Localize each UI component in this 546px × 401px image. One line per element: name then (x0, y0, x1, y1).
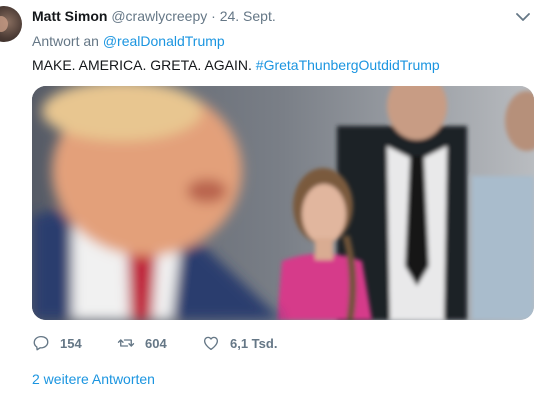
author-handle[interactable]: @crawlycreepy (111, 8, 207, 24)
tweet-text: MAKE. AMERICA. GRETA. AGAIN. #GretaThunb… (32, 57, 440, 73)
tweet-header: Matt Simon @crawlycreepy · 24. Sept. (32, 8, 276, 24)
retweet-icon (117, 339, 135, 347)
tweet-actions: 154 604 6,1 Tsd. (32, 334, 277, 352)
author-name[interactable]: Matt Simon (32, 8, 107, 24)
separator: · (211, 8, 216, 24)
reply-to-link[interactable]: @realDonaldTrump (103, 33, 225, 49)
tweet-body: MAKE. AMERICA. GRETA. AGAIN. (32, 57, 252, 73)
reply-context: Antwort an @realDonaldTrump (32, 33, 225, 49)
avatar[interactable] (0, 6, 22, 42)
like-button[interactable]: 6,1 Tsd. (202, 334, 277, 352)
tweet-date[interactable]: 24. Sept. (220, 8, 276, 24)
tweet-photo[interactable] (32, 86, 534, 320)
retweet-button[interactable]: 604 (117, 334, 202, 352)
reply-icon (33, 335, 49, 351)
retweet-count: 604 (145, 335, 167, 351)
more-replies-link[interactable]: 2 weitere Antworten (32, 371, 155, 387)
heart-icon (203, 336, 219, 351)
chevron-down-icon[interactable] (516, 12, 530, 22)
hashtag-link[interactable]: #GretaThunbergOutdidTrump (256, 57, 440, 73)
reply-prefix: Antwort an (32, 33, 99, 49)
like-count: 6,1 Tsd. (230, 335, 278, 351)
photo-illustration (32, 86, 534, 320)
reply-button[interactable]: 154 (32, 334, 117, 352)
reply-count: 154 (60, 335, 82, 351)
